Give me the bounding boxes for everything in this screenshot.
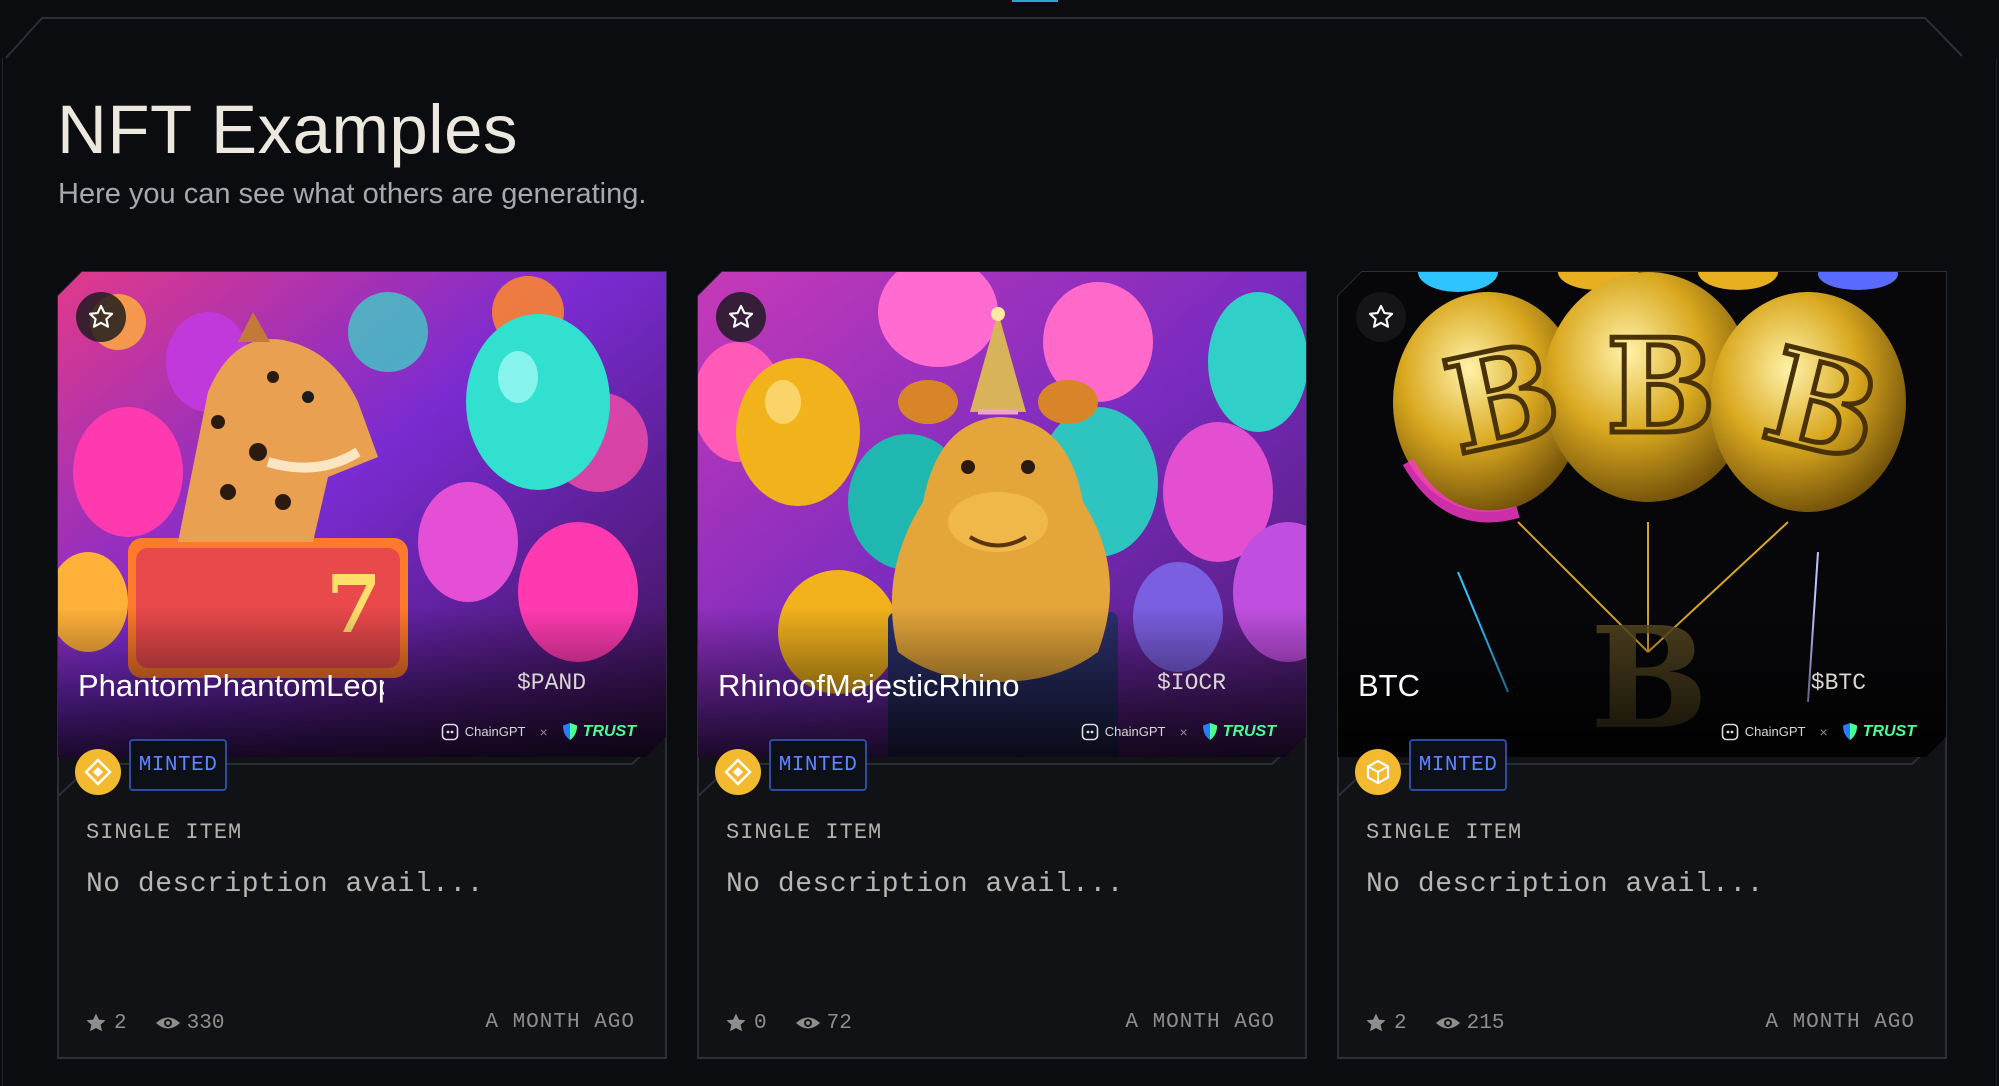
minted-status-badge: MINTED <box>129 739 227 791</box>
star-filled-icon <box>86 1013 106 1032</box>
nft-name: BTC <box>1358 668 1420 703</box>
nft-card[interactable]: 7 PhantomPhantomLeop $PAND ChainGPT × TR… <box>57 271 667 1059</box>
eye-icon <box>795 1017 820 1029</box>
view-count: 330 <box>155 1012 224 1035</box>
star-count: 2 <box>84 1011 127 1035</box>
nft-image[interactable]: RhinoofMajesticRhino $IOCR ChainGPT × TR… <box>698 272 1306 757</box>
star-outline-icon <box>728 304 754 328</box>
trust-shield-icon <box>562 723 577 740</box>
nft-description: No description avail... <box>1366 869 1764 900</box>
bnb-diamond-icon <box>715 749 761 795</box>
page-title: NFT Examples <box>57 91 519 168</box>
star-outline-icon <box>1368 304 1394 328</box>
nft-ticker: $IOCR <box>1156 670 1226 696</box>
trust-logo: TRUST <box>1842 722 1916 741</box>
partner-logos: ChainGPT × TRUST <box>1721 722 1916 741</box>
card-stats: 0 72 <box>724 1011 880 1035</box>
favorite-star-button[interactable] <box>716 292 766 342</box>
nft-ticker: $PAND <box>516 670 586 696</box>
svg-text:B: B <box>1606 310 1716 463</box>
item-type-label: SINGLE ITEM <box>86 820 243 845</box>
minted-status-badge: MINTED <box>1409 739 1507 791</box>
nft-name: PhantomPhantomLeop <box>78 668 384 703</box>
partner-separator: × <box>1819 723 1828 740</box>
item-type-label: SINGLE ITEM <box>726 820 883 845</box>
star-outline-icon <box>88 304 114 328</box>
nft-image[interactable]: 7 PhantomPhantomLeop $PAND ChainGPT × TR… <box>58 272 666 757</box>
minted-status-badge: MINTED <box>769 739 867 791</box>
chaingpt-logo: ChainGPT <box>1081 723 1165 741</box>
created-time: A MONTH AGO <box>485 1011 635 1034</box>
trust-logo: TRUST <box>1202 722 1276 741</box>
card-stats: 2 215 <box>1364 1011 1532 1035</box>
trust-shield-icon <box>1202 723 1217 740</box>
view-count: 72 <box>795 1012 852 1035</box>
chaingpt-logo: ChainGPT <box>441 723 525 741</box>
bnb-diamond-icon <box>75 749 121 795</box>
created-time: A MONTH AGO <box>1765 1011 1915 1034</box>
partner-separator: × <box>539 723 548 740</box>
section-header: NFT Examples Here you can see what other… <box>57 90 646 212</box>
chaingpt-icon <box>1721 723 1739 740</box>
tab-indicator <box>1012 0 1058 2</box>
partner-logos: ChainGPT × TRUST <box>441 722 636 741</box>
nft-ticker: $BTC <box>1810 670 1866 696</box>
star-filled-icon <box>1366 1013 1386 1032</box>
section-frame-top <box>0 0 1999 70</box>
partner-logos: ChainGPT × TRUST <box>1081 722 1276 741</box>
chaingpt-icon <box>441 723 459 740</box>
favorite-star-button[interactable] <box>1356 292 1406 342</box>
star-count: 2 <box>1364 1011 1407 1035</box>
star-filled-icon <box>726 1013 746 1032</box>
favorite-star-button[interactable] <box>76 292 126 342</box>
nft-image[interactable]: B B B B BTC $BTC ChainGPT × <box>1338 272 1946 757</box>
partner-separator: × <box>1179 723 1188 740</box>
nft-card[interactable]: B B B B BTC $BTC ChainGPT × <box>1337 271 1947 1059</box>
page-subtitle: Here you can see what others are generat… <box>58 178 647 210</box>
nft-description: No description avail... <box>726 869 1124 900</box>
trust-shield-icon <box>1842 723 1857 740</box>
created-time: A MONTH AGO <box>1125 1011 1275 1034</box>
section-border-right <box>1996 58 1997 1086</box>
section-border-left <box>2 58 3 1086</box>
item-type-label: SINGLE ITEM <box>1366 820 1523 845</box>
nft-description: No description avail... <box>86 869 484 900</box>
chaingpt-logo: ChainGPT <box>1721 723 1805 741</box>
trust-logo: TRUST <box>562 722 636 741</box>
nft-card[interactable]: RhinoofMajesticRhino $IOCR ChainGPT × TR… <box>697 271 1307 1059</box>
bnb-cube-icon <box>1355 749 1401 795</box>
eye-icon <box>155 1017 180 1029</box>
chaingpt-icon <box>1081 723 1099 740</box>
eye-icon <box>1435 1017 1460 1029</box>
view-count: 215 <box>1435 1012 1504 1035</box>
nft-name: RhinoofMajesticRhino <box>718 668 1020 703</box>
card-stats: 2 330 <box>84 1011 252 1035</box>
star-count: 0 <box>724 1011 767 1035</box>
